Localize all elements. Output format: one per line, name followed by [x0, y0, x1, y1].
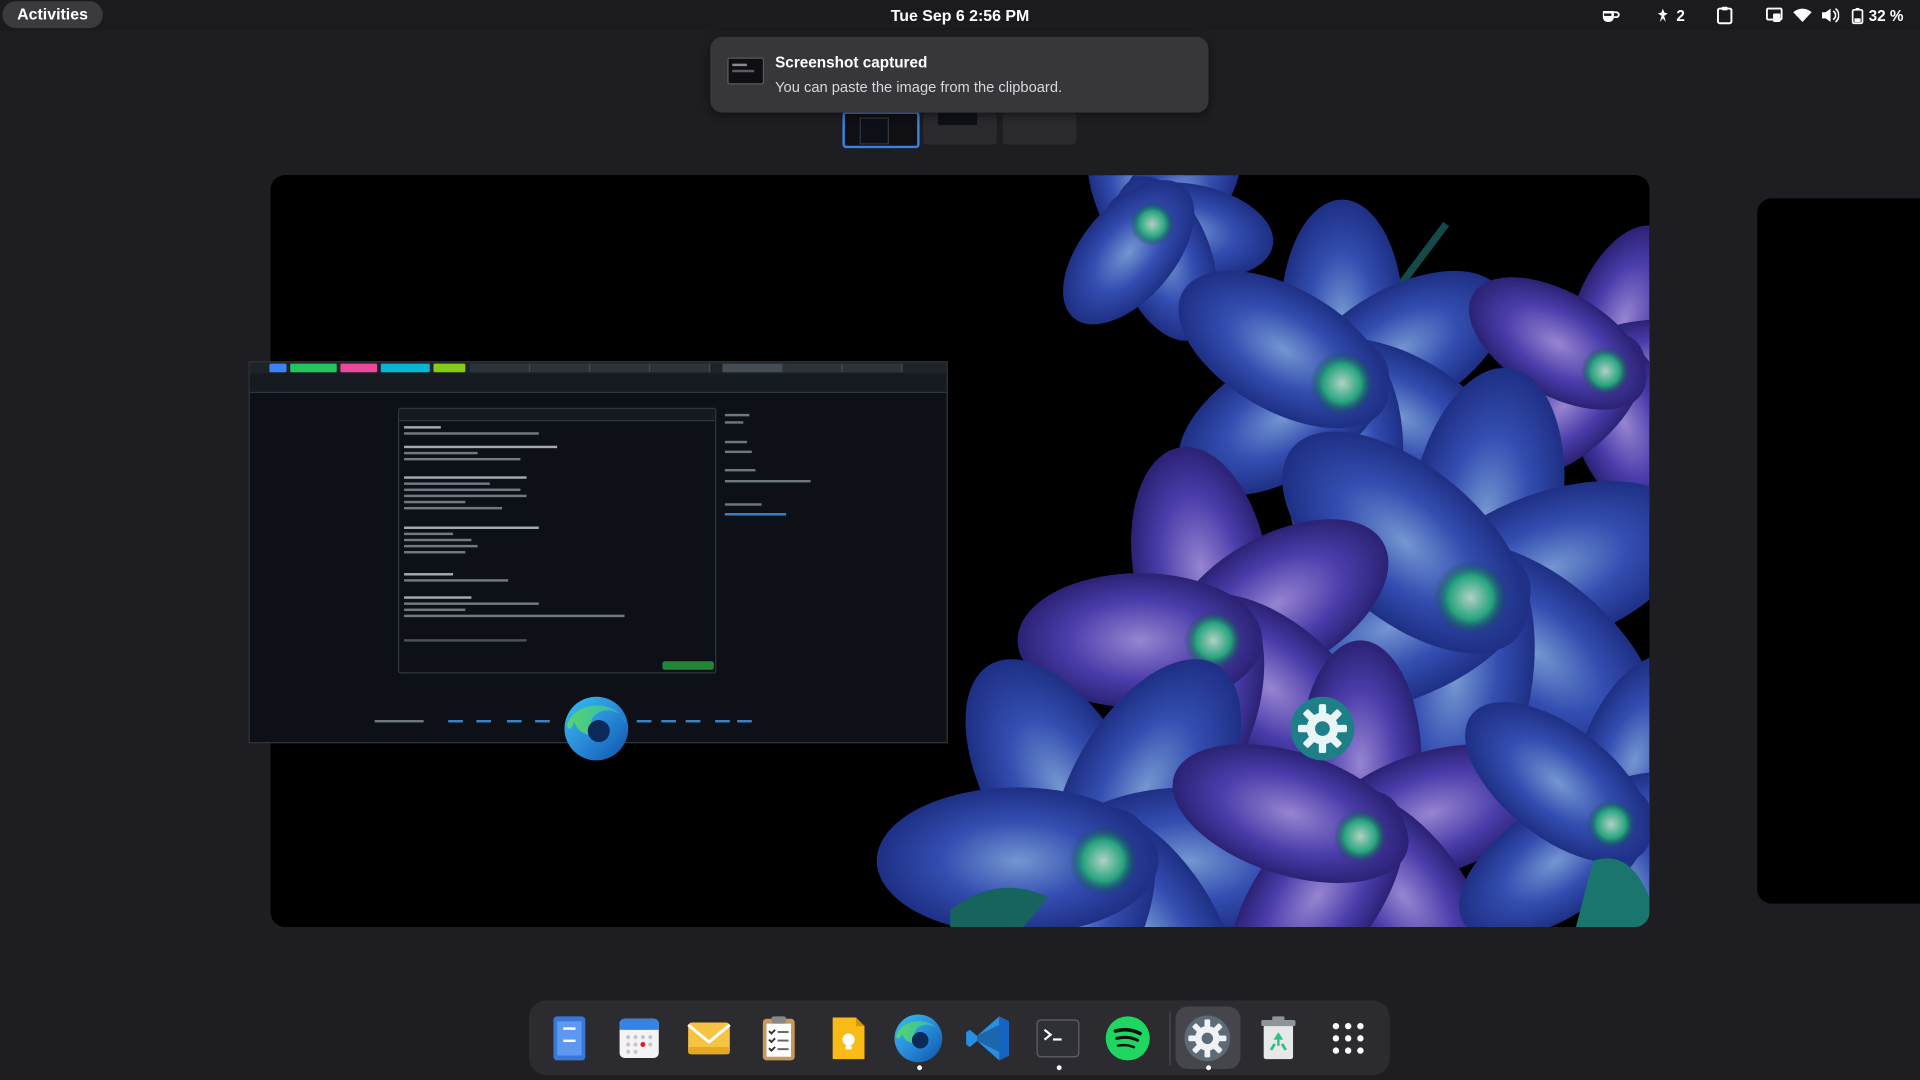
browser-bookmarks-bar: [249, 383, 947, 394]
spotify-icon[interactable]: [1102, 1013, 1153, 1064]
vscode-icon[interactable]: [962, 1013, 1013, 1064]
notification-body: You can paste the image from the clipboa…: [775, 78, 1063, 96]
dock-separator: [1169, 1011, 1171, 1066]
accessibility-icon: [1654, 7, 1671, 24]
workspace-thumbnail-3[interactable]: [1002, 112, 1077, 145]
desktop: Activities Tue Sep 6 2:56 PM 2 32 % Scre…: [0, 0, 1920, 1080]
screenshot-icon: [727, 57, 765, 85]
edge-icon: [562, 694, 631, 763]
notification-title: Screenshot captured: [775, 53, 928, 72]
issue-editor-preview: [397, 407, 717, 674]
clock: Tue Sep 6 2:56 PM: [0, 0, 1920, 31]
battery-indicator[interactable]: 32 %: [1851, 0, 1903, 31]
workspace-thumbnail-1[interactable]: [842, 111, 920, 149]
top-bar: Activities Tue Sep 6 2:56 PM 2 32 %: [0, 0, 1920, 31]
volume-icon[interactable]: [1821, 0, 1840, 31]
clipboard-checklist-icon[interactable]: [753, 1013, 804, 1064]
settings-gear-icon[interactable]: [1182, 1013, 1233, 1064]
submit-button-preview: [662, 661, 714, 670]
settings-running-dot: [1206, 1065, 1212, 1071]
screen-cast-icon[interactable]: [1766, 0, 1783, 31]
battery-percentage: 32 %: [1868, 6, 1904, 24]
activities-button[interactable]: Activities: [2, 1, 103, 29]
notification-count: 2: [1676, 6, 1685, 24]
browser-tab-strip: [249, 362, 947, 374]
notifications-indicator[interactable]: 2: [1654, 0, 1685, 31]
settings-gear-icon: [1289, 696, 1355, 762]
app-grid-icon[interactable]: [1322, 1013, 1373, 1064]
calendar-icon[interactable]: [613, 1013, 664, 1064]
next-workspace-preview[interactable]: [1757, 198, 1920, 904]
browser-url-bar: [249, 373, 947, 394]
edge-icon[interactable]: [893, 1013, 944, 1064]
files-icon[interactable]: [544, 1013, 595, 1064]
coffee-cup-icon[interactable]: [1600, 0, 1620, 31]
clock-label[interactable]: Tue Sep 6 2:56 PM: [891, 6, 1030, 24]
workspace-thumbnail-2[interactable]: [923, 112, 997, 145]
terminal-icon[interactable]: [1032, 1013, 1083, 1064]
mail-icon[interactable]: [683, 1013, 734, 1064]
clipboard-icon[interactable]: [1716, 0, 1733, 31]
recycle-bin-icon[interactable]: [1253, 1013, 1304, 1064]
edge-running-dot: [917, 1065, 923, 1071]
terminal-running-dot: [1056, 1065, 1062, 1071]
edge-window-preview[interactable]: [248, 361, 948, 744]
battery-icon: [1851, 7, 1864, 24]
wifi-icon[interactable]: [1793, 0, 1813, 31]
keep-notes-icon[interactable]: [823, 1013, 874, 1064]
screenshot-notification[interactable]: Screenshot captured You can paste the im…: [710, 36, 1209, 113]
